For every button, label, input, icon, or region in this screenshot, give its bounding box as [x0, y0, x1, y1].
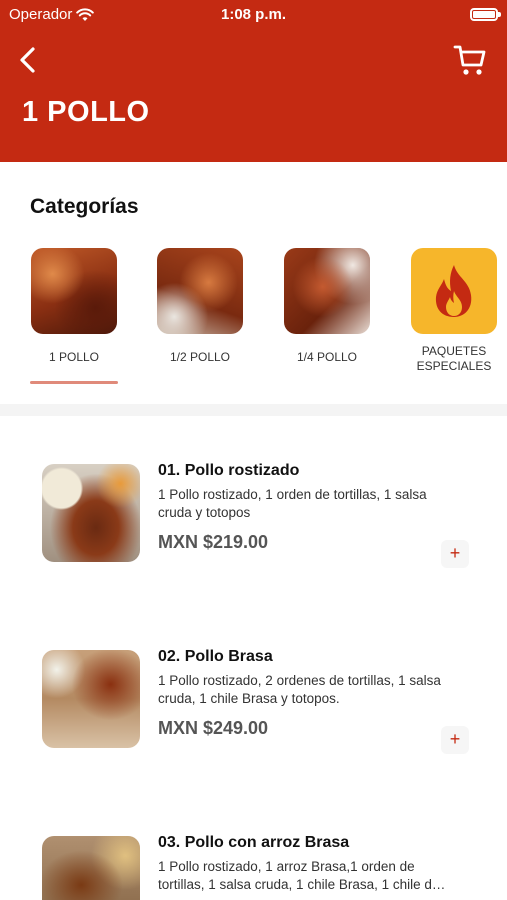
product-price: MXN $219.00: [158, 532, 269, 552]
category-image: [31, 248, 117, 334]
category-label-line: PAQUETES: [421, 344, 487, 358]
categories-section: Categorías 1 POLLO 1/2 POLLO 1/4 POLLO P…: [0, 162, 507, 404]
product-name: 01. Pollo rostizado: [158, 462, 300, 479]
chevron-left-icon: [20, 47, 35, 73]
status-time: 1:08 p.m.: [220, 6, 287, 23]
product-card[interactable]: 02. Pollo Brasa 1 Pollo rostizado, 2 ord…: [0, 602, 507, 754]
product-name: 03. Pollo con arroz Brasa: [158, 834, 350, 851]
battery-icon: [470, 8, 501, 21]
product-price: MXN $249.00: [158, 718, 269, 738]
category-label-line: ESPECIALES: [416, 359, 492, 373]
page-title: 1 POLLO: [22, 96, 150, 128]
product-name: 02. Pollo Brasa: [158, 648, 273, 665]
status-bar: Operador 1:08 p.m.: [0, 4, 507, 26]
product-image: [42, 464, 140, 562]
category-medio-pollo[interactable]: 1/2 POLLO: [155, 248, 245, 365]
product-description-line: 1 Pollo rostizado, 2 ordenes de tortilla…: [158, 673, 441, 688]
product-description: 1 Pollo rostizado, 1 arroz Brasa,1 orden…: [158, 858, 463, 894]
add-to-cart-button[interactable]: +: [441, 726, 469, 754]
selected-category-indicator: [30, 381, 118, 384]
product-image: [42, 650, 140, 748]
category-label: 1/2 POLLO: [169, 350, 231, 364]
product-card[interactable]: 03. Pollo con arroz Brasa 1 Pollo rostiz…: [0, 788, 507, 900]
section-divider: [0, 404, 507, 416]
product-description: 1 Pollo rostizado, 2 ordenes de tortilla…: [158, 672, 463, 708]
category-paquetes-especiales[interactable]: PAQUETES ESPECIALES: [409, 248, 499, 374]
category-label: 1/4 POLLO: [296, 350, 358, 364]
category-image: [411, 248, 497, 334]
fire-icon: [435, 265, 472, 317]
product-description-line: 1 Pollo rostizado, 1 arroz Brasa,1 orden…: [158, 859, 415, 874]
product-description-line: 1 Pollo rostizado, 1 orden de tortillas,…: [158, 487, 427, 502]
product-description-line: tortillas, 1 salsa cruda, 1 chile Brasa,…: [158, 877, 446, 892]
app-header: Operador 1:08 p.m. 1 POLLO: [0, 0, 507, 162]
category-label: 1 POLLO: [48, 350, 100, 364]
category-image: [157, 248, 243, 334]
category-1-pollo[interactable]: 1 POLLO: [29, 248, 119, 365]
product-description: 1 Pollo rostizado, 1 orden de tortillas,…: [158, 486, 463, 522]
product-description-line: cruda y totopos: [158, 505, 251, 520]
category-cuarto-pollo[interactable]: 1/4 POLLO: [282, 248, 372, 365]
product-image: [42, 836, 140, 900]
category-label: PAQUETES ESPECIALES: [409, 344, 499, 374]
product-card[interactable]: 01. Pollo rostizado 1 Pollo rostizado, 1…: [0, 416, 507, 568]
categories-heading: Categorías: [30, 195, 139, 218]
category-image: [284, 248, 370, 334]
product-description-line: cruda, 1 chile Brasa y totopos.: [158, 691, 340, 706]
add-to-cart-button[interactable]: +: [441, 540, 469, 568]
back-button[interactable]: [14, 44, 44, 76]
cart-button[interactable]: [453, 42, 489, 78]
cart-icon: [453, 45, 486, 75]
